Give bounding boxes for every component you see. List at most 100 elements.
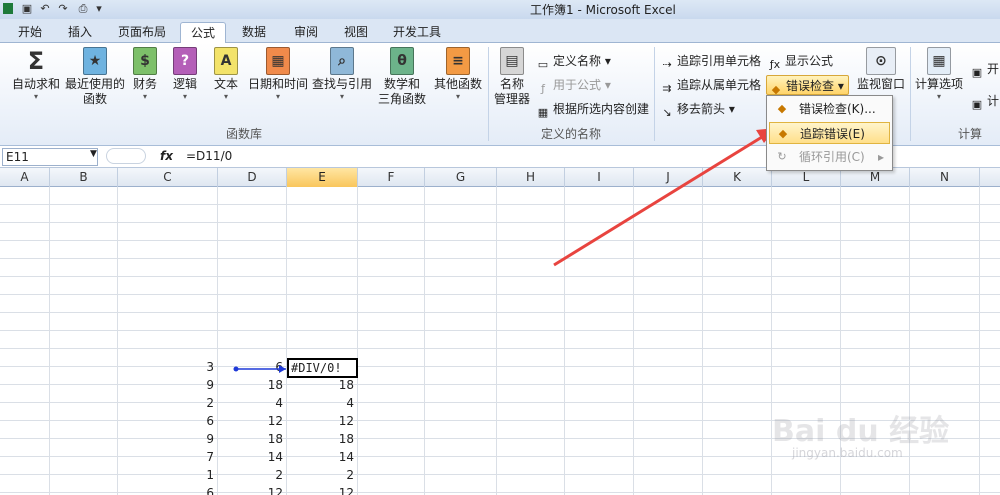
recently-used-button[interactable]: ★ 最近使用的 函数 [64,47,126,107]
cell-c-13[interactable]: 2 [118,394,218,412]
group-separator [910,47,911,141]
calc-options-button[interactable]: ▦ 计算选项 ▾ [914,47,964,102]
name-manager-button[interactable]: ▤ 名称 管理器 [492,47,532,107]
cell-c-12[interactable]: 9 [118,376,218,394]
column-header-e[interactable]: E [287,168,358,187]
menu-item-circular-references[interactable]: ↻ 循环引用(C) ▸ [769,146,890,168]
book-theta-icon: θ [390,47,414,75]
group-separator [654,47,655,141]
cell-d-14[interactable]: 12 [218,412,287,430]
tab-developer[interactable]: 开发工具 [386,22,448,43]
logical-button[interactable]: ? 逻辑 ▾ [170,47,200,102]
circular-ref-icon: ↻ [777,150,787,163]
cell-c-17[interactable]: 1 [118,466,218,484]
watch-window-button[interactable]: ⊙ 监视窗口 [854,47,908,92]
trace-dependents-button[interactable]: ⇉ 追踪从属单元格 [660,75,761,95]
name-manager-label: 名称 管理器 [493,77,530,106]
name-box[interactable]: E11 [2,148,98,166]
cell-c-11[interactable]: 3 [118,358,218,376]
column-header-j[interactable]: J [634,168,703,187]
cell-e-12[interactable]: 18 [287,376,358,394]
insert-function-icon[interactable]: fx [160,149,173,163]
cell-d-15[interactable]: 18 [218,430,287,448]
financial-button[interactable]: $ 财务 ▾ [130,47,160,102]
error-checking-button[interactable]: ◆ 错误检查 ▾ [766,75,849,96]
cell-e-17[interactable]: 2 [287,466,358,484]
lookup-reference-button[interactable]: ⌕ 查找与引用 ▾ [312,47,372,102]
redo-icon[interactable]: ↷ [56,1,70,17]
trace-precedents-button[interactable]: ⇢ 追踪引用单元格 [660,51,761,71]
use-in-formula-button[interactable]: ƒ 用于公式 ▾ [536,75,611,95]
cell-e-14[interactable]: 12 [287,412,358,430]
cell-d-11[interactable]: 6 [218,358,287,376]
formula-bar-resize-handle[interactable] [106,148,146,164]
grid-vline [633,187,634,495]
column-header-k[interactable]: K [703,168,772,187]
remove-arrows-button[interactable]: ↘ 移去箭头 ▾ [660,99,734,119]
more-functions-button[interactable]: ≡ 其他函数 ▾ [432,47,484,102]
column-header-g[interactable]: G [425,168,497,187]
menu-item-error-checking[interactable]: ◆ 错误检查(K)... [769,98,890,120]
tab-insert[interactable]: 插入 [60,22,100,43]
tab-home[interactable]: 开始 [8,22,52,43]
cell-d-13[interactable]: 4 [218,394,287,412]
tab-review[interactable]: 审阅 [286,22,326,43]
print-preview-icon[interactable]: ⎙ [76,1,90,17]
column-header-n[interactable]: N [910,168,980,187]
cell-d-16[interactable]: 14 [218,448,287,466]
save-icon[interactable]: ▣ [20,1,34,17]
text-label: 文本 [213,77,238,91]
tab-view[interactable]: 视图 [336,22,376,43]
column-header-f[interactable]: F [358,168,425,187]
watermark-url: jingyan.baidu.com [792,446,903,460]
cell-e-16[interactable]: 14 [287,448,358,466]
grid-hline [0,294,1000,295]
function-library-group-label: 函数库 [225,127,262,141]
date-time-button[interactable]: ▦ 日期和时间 ▾ [248,47,308,102]
show-formulas-button[interactable]: ƒx 显示公式 [768,51,833,71]
cell-e-18[interactable]: 12 [287,484,358,495]
autosum-button[interactable]: Σ 自动求和 ▾ [10,47,62,102]
column-header-i[interactable]: I [565,168,634,187]
cell-d-17[interactable]: 2 [218,466,287,484]
tab-formulas[interactable]: 公式 [180,22,226,44]
grid-hline [0,348,1000,349]
cell-e-15[interactable]: 18 [287,430,358,448]
math-trig-label: 数学和 三角函数 [377,77,426,106]
tab-page-layout[interactable]: 页面布局 [110,22,174,43]
cell-d-12[interactable]: 18 [218,376,287,394]
name-box-dropdown-icon[interactable]: ▼ [90,149,97,159]
undo-icon[interactable]: ↶ [38,1,52,17]
cell-d-18[interactable]: 12 [218,484,287,495]
cell-c-15[interactable]: 9 [118,430,218,448]
book-calendar-icon: ▦ [266,47,290,75]
calc-now-button[interactable]: ▣ 开 [970,59,999,79]
book-search-icon: ⌕ [330,47,354,75]
grid-hline [0,258,1000,259]
qat-customize-icon[interactable]: ▾ [94,1,104,17]
title-bar: ▣ ↶ ↷ ⎙ ▾ 工作簿1 - Microsoft Excel [0,0,1000,19]
tab-data[interactable]: 数据 [234,22,274,43]
column-header-b[interactable]: B [50,168,118,187]
cell-c-14[interactable]: 6 [118,412,218,430]
menu-item-trace-error[interactable]: ◆ 追踪错误(E) [769,122,890,144]
book-star-icon: ★ [83,47,107,75]
use-in-formula-icon: ƒ [541,82,545,95]
cell-e-13[interactable]: 4 [287,394,358,412]
calc-options-label: 计算选项 [914,77,963,91]
column-header-a[interactable]: A [0,168,50,187]
calculator-icon: ▦ [927,47,951,75]
error-checking-menu: ◆ 错误检查(K)... ◆ 追踪错误(E) ↻ 循环引用(C) ▸ [766,95,893,171]
define-name-button[interactable]: ▭ 定义名称 ▾ [536,51,611,71]
calc-sheet-button[interactable]: ▣ 计 [970,91,999,111]
column-header-d[interactable]: D [218,168,287,187]
cell-c-18[interactable]: 6 [118,484,218,495]
column-header-h[interactable]: H [497,168,565,187]
column-header-c[interactable]: C [118,168,218,187]
cell-c-16[interactable]: 7 [118,448,218,466]
math-trig-button[interactable]: θ 数学和 三角函数 [374,47,430,107]
formula-input[interactable]: =D11/0 [186,149,232,163]
text-button[interactable]: A 文本 ▾ [210,47,242,102]
show-formulas-icon: ƒx [769,58,781,71]
create-from-selection-button[interactable]: ▦ 根据所选内容创建 [536,99,649,119]
